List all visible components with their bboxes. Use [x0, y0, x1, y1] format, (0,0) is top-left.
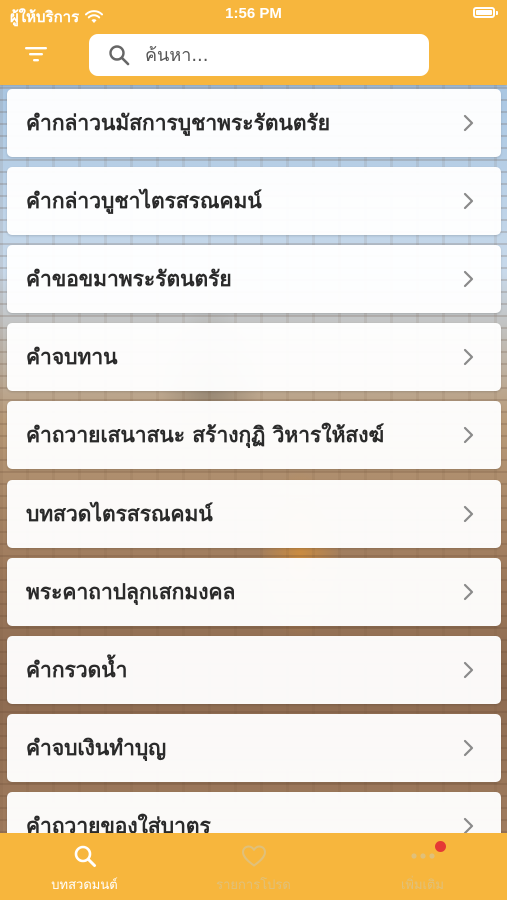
- chevron-right-icon: [463, 583, 474, 601]
- list-item[interactable]: คำถวายของใส่บาตร: [7, 792, 501, 833]
- search-bar[interactable]: [89, 34, 429, 76]
- notification-badge: [435, 841, 446, 852]
- list-item[interactable]: บทสวดไตรสรณคมน์: [7, 480, 501, 548]
- tab-prayers[interactable]: บทสวดมนต์: [0, 833, 169, 900]
- list-item-label: คำถวายของใส่บาตร: [26, 813, 211, 834]
- tab-label: บทสวดมนต์: [51, 878, 118, 893]
- search-input[interactable]: [143, 37, 407, 73]
- app-header: ผู้ให้บริการ 1:56 PM: [0, 0, 507, 85]
- chevron-right-icon: [463, 270, 474, 288]
- clock: 1:56 PM: [225, 5, 282, 22]
- chevron-right-icon: [463, 426, 474, 444]
- heart-icon: [241, 845, 266, 867]
- tab-favorites[interactable]: รายการโปรด: [169, 833, 338, 900]
- list-item[interactable]: คำจบเงินทำบุญ: [7, 714, 501, 782]
- chevron-right-icon: [463, 114, 474, 132]
- filter-menu-button[interactable]: [18, 38, 54, 70]
- chevron-right-icon: [463, 192, 474, 210]
- list-item-label: คำกรวดน้ำ: [26, 657, 128, 682]
- status-bar: ผู้ให้บริการ 1:56 PM: [0, 0, 507, 28]
- chevron-right-icon: [463, 348, 474, 366]
- tab-label: รายการโปรด: [216, 878, 291, 893]
- list-item[interactable]: คำกล่าวนมัสการบูชาพระรัตนตรัย: [7, 89, 501, 157]
- list-item-label: พระคาถาปลุกเสกมงคล: [26, 579, 236, 604]
- chevron-right-icon: [463, 661, 474, 679]
- list-item[interactable]: พระคาถาปลุกเสกมงคล: [7, 558, 501, 626]
- tab-more[interactable]: เพิ่มเติม: [338, 833, 507, 900]
- chevron-right-icon: [463, 817, 474, 833]
- tab-bar: บทสวดมนต์ รายการโปรด เพิ่มเติม: [0, 833, 507, 900]
- list-item[interactable]: คำขอขมาพระรัตนตรัย: [7, 245, 501, 313]
- battery-icon: [473, 7, 498, 18]
- filter-icon: [25, 47, 47, 62]
- tab-label: เพิ่มเติม: [400, 878, 445, 893]
- list-item-label: คำจบทาน: [26, 344, 118, 369]
- list-item-label: คำจบเงินทำบุญ: [26, 735, 167, 760]
- chevron-right-icon: [463, 505, 474, 523]
- list-item[interactable]: คำถวายเสนาสนะ สร้างกุฏิ วิหารให้สงฆ์: [7, 401, 501, 469]
- list-item-label: บทสวดไตรสรณคมน์: [26, 501, 213, 526]
- prayer-list: คำกล่าวนมัสการบูชาพระรัตนตรัย คำกล่าวบูช…: [0, 85, 507, 833]
- list-item-label: คำถวายเสนาสนะ สร้างกุฏิ วิหารให้สงฆ์: [26, 422, 385, 447]
- list-item-label: คำกล่าวบูชาไตรสรณคมน์: [26, 188, 262, 213]
- chevron-right-icon: [463, 739, 474, 757]
- list-item[interactable]: คำจบทาน: [7, 323, 501, 391]
- search-icon: [74, 845, 96, 867]
- list-item-label: คำขอขมาพระรัตนตรัย: [26, 266, 232, 291]
- more-icon: [410, 853, 435, 859]
- list-item[interactable]: คำกรวดน้ำ: [7, 636, 501, 704]
- list-item-label: คำกล่าวนมัสการบูชาพระรัตนตรัย: [26, 110, 331, 135]
- list-item[interactable]: คำกล่าวบูชาไตรสรณคมน์: [7, 167, 501, 235]
- search-icon: [107, 43, 131, 67]
